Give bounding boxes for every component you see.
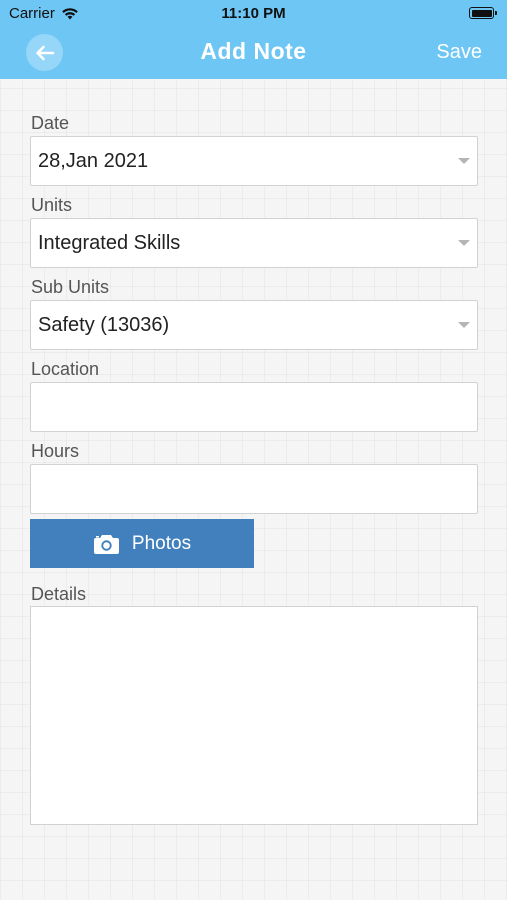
- hours-label: Hours: [31, 441, 80, 461]
- status-time: 11:10 PM: [221, 5, 286, 22]
- hours-field[interactable]: [30, 464, 478, 514]
- sub-units-label: Sub Units: [31, 277, 110, 297]
- date-select[interactable]: 28,Jan 2021: [30, 136, 478, 186]
- units-value: Integrated Skills: [38, 232, 181, 254]
- chevron-down-icon: [458, 322, 470, 328]
- units-label: Units: [31, 195, 73, 215]
- chevron-down-icon: [458, 158, 470, 164]
- chevron-down-icon: [458, 240, 470, 246]
- location-field[interactable]: [30, 382, 478, 432]
- photos-button-label: Photos: [131, 532, 192, 554]
- save-button[interactable]: Save: [436, 41, 482, 64]
- details-label: Details: [31, 584, 87, 604]
- navigation-header: Carrier 11:10 PM Add Note Save: [0, 0, 507, 79]
- status-bar: Carrier 11:10 PM: [0, 0, 507, 28]
- location-label: Location: [31, 359, 100, 379]
- battery-icon: [469, 7, 497, 19]
- photos-button[interactable]: Photos: [30, 519, 254, 568]
- date-label: Date: [31, 113, 70, 133]
- units-select[interactable]: Integrated Skills: [30, 218, 478, 268]
- sub-units-select[interactable]: Safety (13036): [30, 300, 478, 350]
- page-title: Add Note: [200, 38, 307, 64]
- sub-units-value: Safety (13036): [38, 314, 170, 336]
- camera-icon: [93, 534, 119, 554]
- details-textarea[interactable]: [30, 606, 478, 825]
- date-value: 28,Jan 2021: [38, 150, 149, 172]
